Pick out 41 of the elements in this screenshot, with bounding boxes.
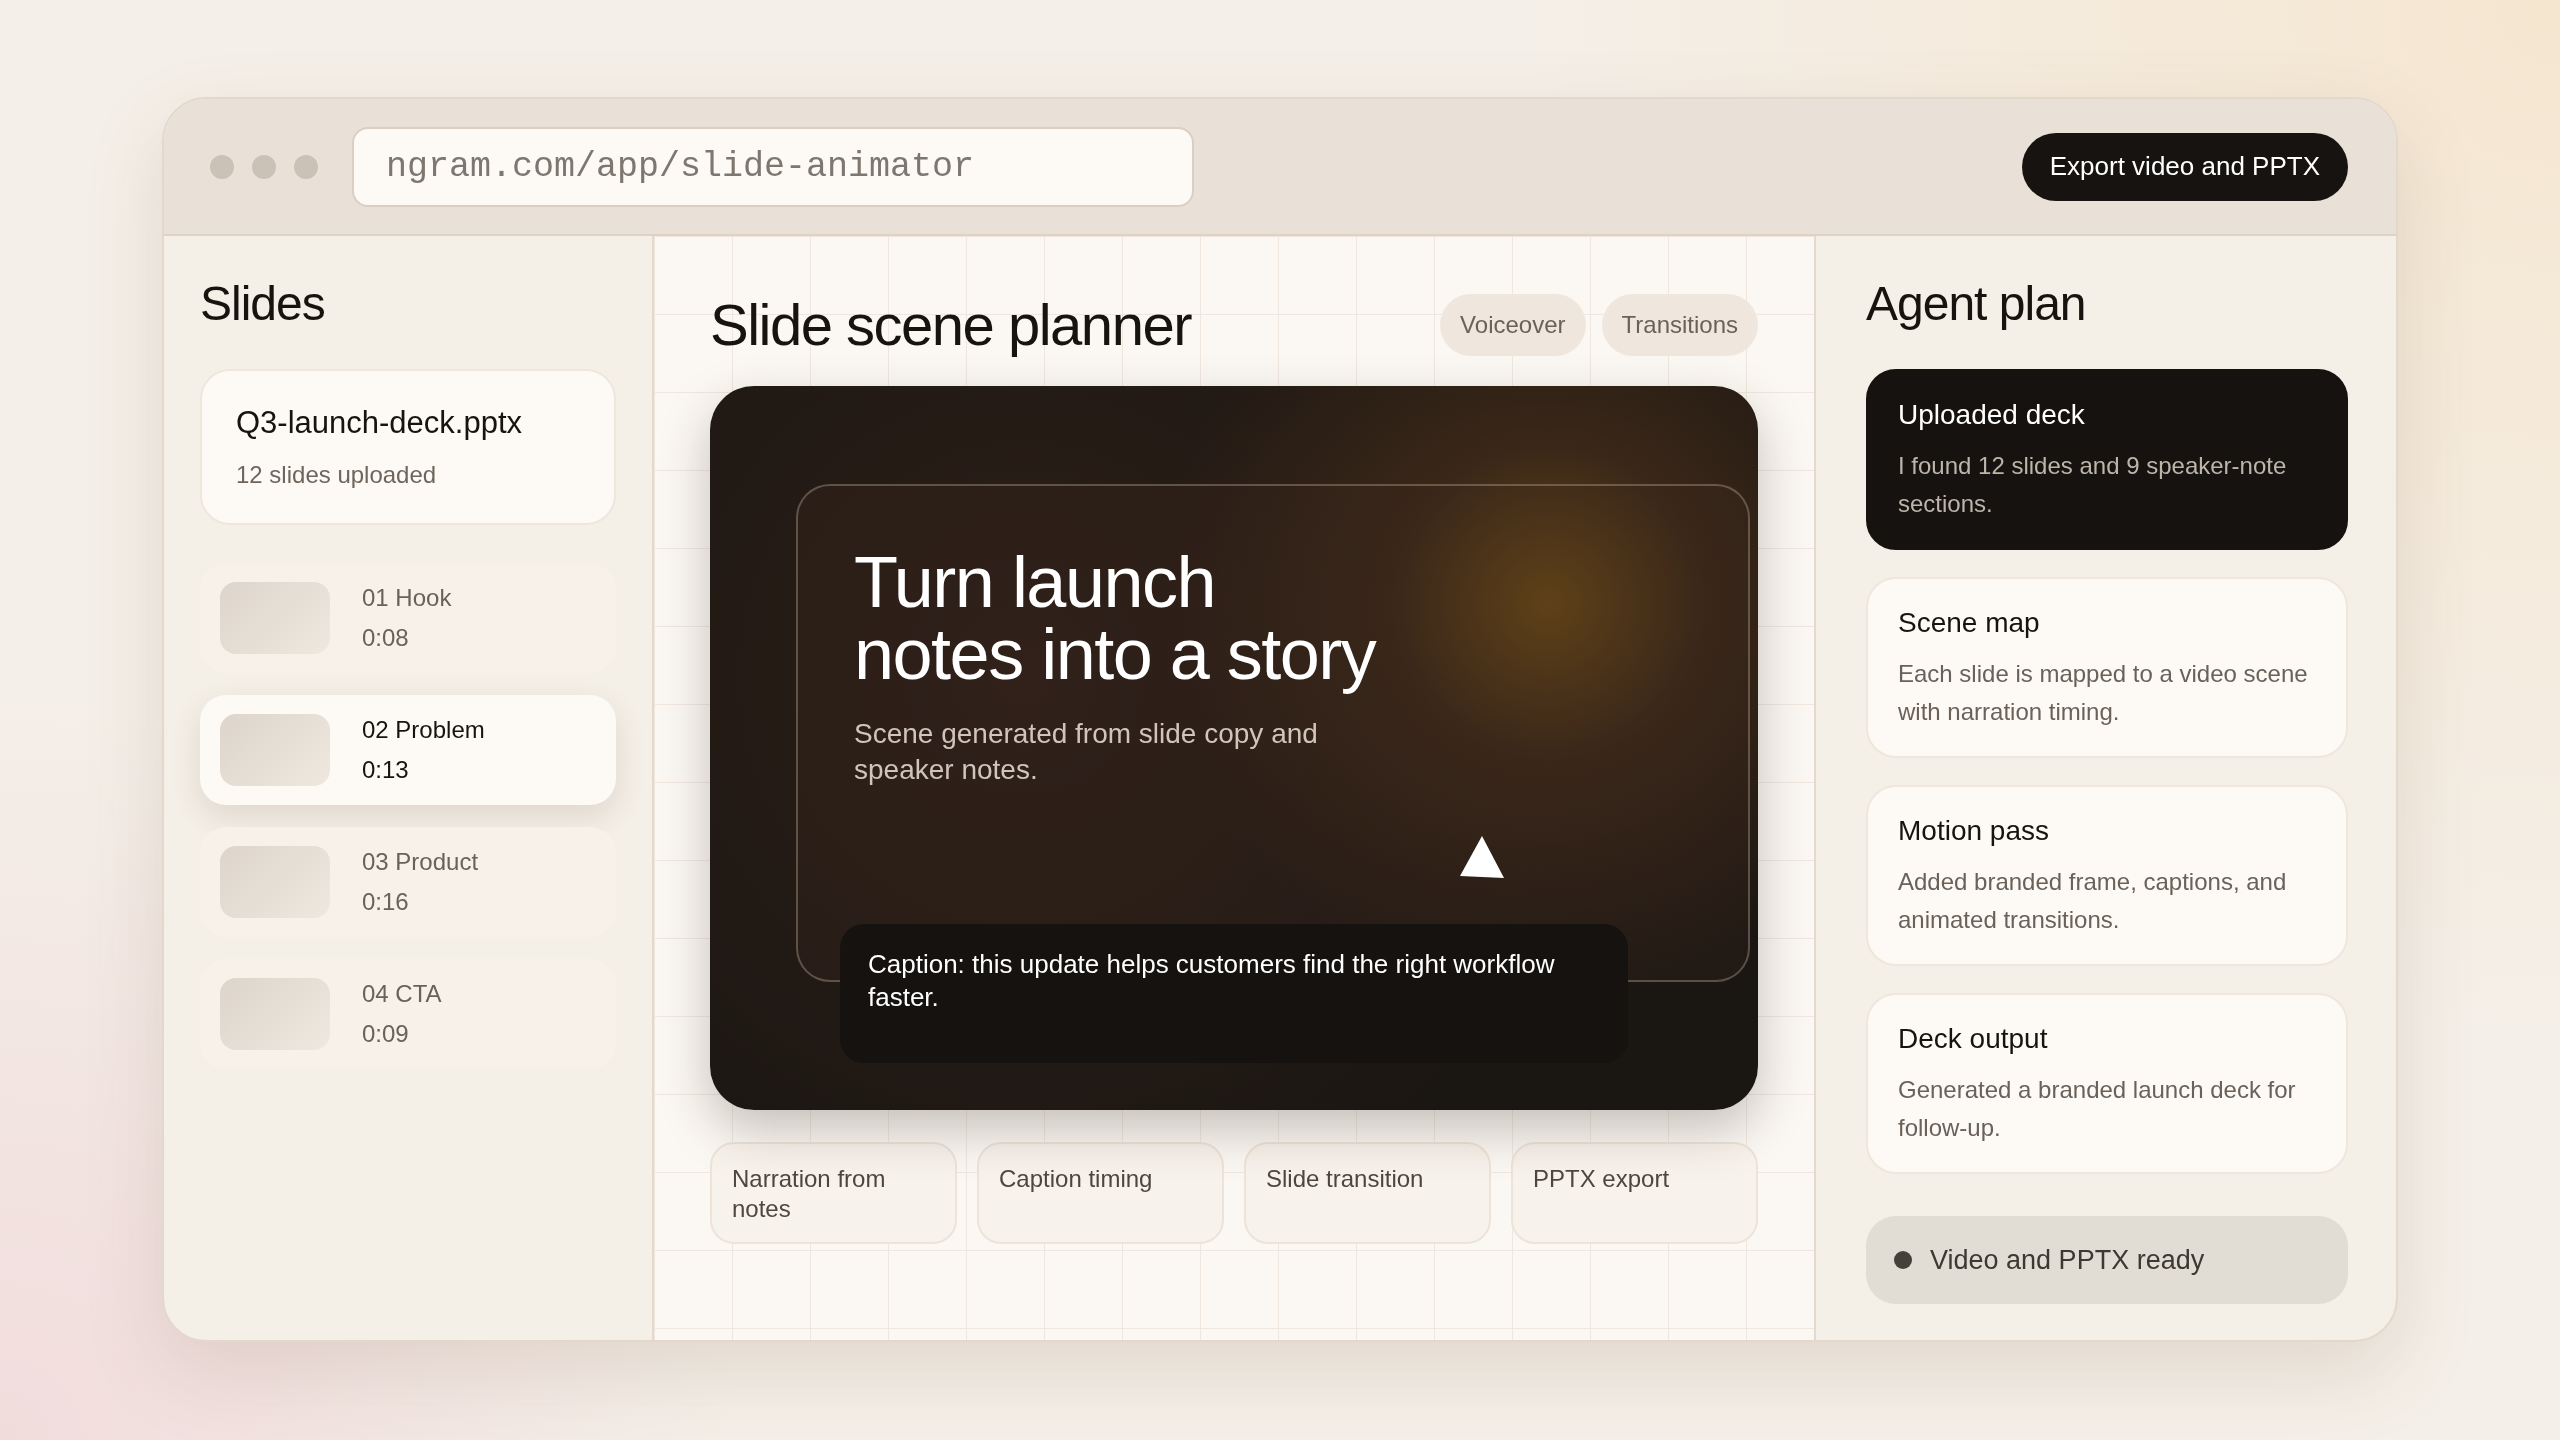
plan-step-card[interactable]: Motion pass Added branded frame, captions, and animated transitions. [1866, 785, 2348, 966]
file-name: Q3-launch-deck.pptx [236, 405, 524, 441]
slide-duration: 0:13 [362, 756, 410, 784]
slide-label: 04 CTA [362, 980, 442, 1008]
step-title: Motion pass [1898, 815, 2050, 847]
step-description: I found 12 slides and 9 speaker-note sections. [1898, 451, 2288, 520]
slide-item[interactable]: 02 Problem 0:13 [200, 695, 616, 805]
window-control-dot[interactable] [294, 154, 318, 179]
caption-text: Caption: this update helps customers find the right workflow faster. [840, 924, 1628, 1063]
slide-label: 03 Product [362, 848, 479, 876]
slide-duration: 0:09 [362, 1020, 410, 1048]
file-status: 12 slides uploaded [236, 461, 438, 489]
address-field[interactable]: ngram.com/app/slide-animator [352, 126, 1194, 207]
slide-duration: 0:08 [362, 624, 410, 652]
export-button[interactable]: Export video and PPTX [2021, 132, 2348, 201]
slide-label: 01 Hook [362, 584, 452, 612]
feature-chip: Slide transition [1244, 1142, 1491, 1244]
step-description: Added branded frame, captions, and animated transitions. [1898, 867, 2288, 936]
tag-button[interactable]: Transitions [1601, 293, 1758, 356]
plan-step-card[interactable]: Uploaded deck I found 12 slides and 9 speaker-note sections. [1866, 369, 2348, 550]
step-title: Deck output [1898, 1023, 2049, 1055]
plan-step-card[interactable]: Deck output Generated a branded launch deck for follow-up. [1866, 993, 2348, 1174]
slide-label: 02 Problem [362, 716, 485, 744]
step-description: Each slide is mapped to a video scene with narration timing. [1898, 659, 2309, 728]
step-title: Uploaded deck [1898, 399, 2086, 431]
step-description: Generated a branded launch deck for follow-up. [1898, 1075, 2297, 1144]
triangle-icon [1460, 836, 1504, 878]
window-control-dot[interactable] [210, 154, 234, 179]
panel-title: Agent plan [1866, 276, 2087, 331]
status-label: Video and PPTX ready [1930, 1244, 2205, 1276]
scene-subtitle: Scene generated from slide copy and speaker notes. [854, 717, 1319, 788]
planner-title: Slide scene planner [710, 291, 1193, 358]
slide-duration: 0:16 [362, 888, 410, 916]
feature-chip: Narration from notes [710, 1142, 957, 1244]
panel-title: Slides [200, 276, 326, 331]
step-title: Scene map [1898, 607, 2041, 639]
plan-step-card[interactable]: Scene map Each slide is mapped to a video scene with narration timing. [1866, 577, 2348, 758]
tag-button[interactable]: Voiceover [1440, 293, 1586, 356]
window-control-dot[interactable] [252, 154, 276, 179]
feature-chip: PPTX export [1511, 1142, 1758, 1244]
feature-chip: Caption timing [977, 1142, 1224, 1244]
